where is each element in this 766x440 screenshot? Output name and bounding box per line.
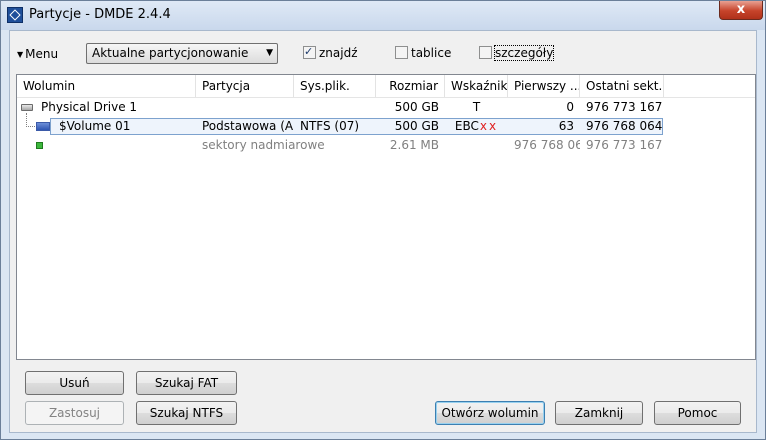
row-last-sector: 976 768 064 bbox=[586, 119, 663, 133]
menu-label: Menu bbox=[25, 47, 59, 61]
partitioning-select[interactable]: Aktualne partycjonowanie ▼ bbox=[86, 43, 278, 64]
partitions-window: Partycje - DMDE 2.4.4 x ▼ Menu Aktualne p… bbox=[0, 0, 766, 440]
row-partition: sektory nadmiarowe bbox=[202, 138, 325, 152]
row-flags: T bbox=[445, 99, 508, 116]
free-space-icon bbox=[36, 142, 43, 149]
dropdown-arrow-icon: ▼ bbox=[266, 48, 273, 58]
row-size: 500 GB bbox=[394, 100, 439, 114]
row-flags-text: EBC bbox=[454, 119, 479, 133]
partitioning-select-value: Aktualne partycjonowanie bbox=[92, 46, 249, 60]
row-first-sector: 976 768 065 bbox=[514, 138, 580, 152]
row-flags: EBCxx bbox=[445, 118, 508, 135]
apply-button[interactable]: Zastosuj bbox=[25, 401, 124, 425]
row-size: 2.61 MB bbox=[389, 138, 439, 152]
triangle-down-icon: ▼ bbox=[17, 49, 24, 59]
row-size: 500 GB bbox=[394, 119, 439, 133]
column-size[interactable]: Rozmiar bbox=[376, 75, 445, 97]
help-button[interactable]: Pomoc bbox=[654, 401, 741, 425]
row-last-sector: 976 773 167 bbox=[586, 138, 663, 152]
table-row[interactable]: $Volume 01 Podstawowa (A) NTFS (07) 500 … bbox=[17, 113, 755, 135]
title-bar: Partycje - DMDE 2.4.4 x bbox=[1, 1, 765, 30]
window-close-button[interactable]: x bbox=[719, 1, 763, 20]
close-button[interactable]: Zamknij bbox=[555, 401, 643, 425]
row-volume: $Volume 01 bbox=[59, 119, 131, 133]
hard-disk-icon bbox=[21, 104, 33, 111]
column-partition[interactable]: Partycja bbox=[196, 75, 294, 97]
dmde-app-icon bbox=[7, 7, 23, 23]
row-filesystem: NTFS (07) bbox=[300, 119, 360, 133]
details-checkbox[interactable]: szczegóły bbox=[479, 45, 555, 61]
checkbox-unchecked-icon[interactable] bbox=[395, 46, 408, 59]
column-filesystem[interactable]: Sys.plik. bbox=[294, 75, 376, 97]
search-ntfs-button[interactable]: Szukaj NTFS bbox=[136, 401, 237, 425]
find-checkbox[interactable]: znajdź bbox=[303, 44, 358, 61]
row-first-sector: 63 bbox=[558, 119, 574, 133]
row-first-sector: 0 bbox=[566, 100, 574, 114]
tables-checkbox-label: tablice bbox=[411, 46, 452, 60]
delete-button[interactable]: Usuń bbox=[25, 371, 124, 395]
row-volume: Physical Drive 1 bbox=[41, 100, 138, 114]
column-last-sector[interactable]: Ostatni sekt... bbox=[580, 75, 664, 97]
row-flags-error-text: xx bbox=[479, 119, 499, 133]
window-title: Partycje - DMDE 2.4.4 bbox=[29, 7, 171, 22]
row-last-sector: 976 773 167 bbox=[586, 100, 663, 114]
volume-icon bbox=[36, 122, 50, 131]
table-row[interactable]: Physical Drive 1 500 GB T 0 976 773 167 bbox=[17, 99, 755, 116]
column-volume[interactable]: Wolumin bbox=[17, 75, 196, 97]
search-fat-button[interactable]: Szukaj FAT bbox=[136, 371, 237, 395]
checkbox-unchecked-icon[interactable] bbox=[479, 46, 492, 59]
tables-checkbox[interactable]: tablice bbox=[395, 46, 451, 61]
row-partition: Podstawowa (A) bbox=[202, 119, 294, 133]
column-header: Wolumin Partycja Sys.plik. Rozmiar Wskaź… bbox=[17, 75, 755, 98]
column-first-sector[interactable]: Pierwszy ... bbox=[508, 75, 580, 97]
column-flags[interactable]: Wskaźniki bbox=[445, 75, 508, 97]
partition-list[interactable]: Wolumin Partycja Sys.plik. Rozmiar Wskaź… bbox=[16, 74, 756, 360]
checkbox-checked-icon[interactable] bbox=[303, 44, 316, 59]
details-checkbox-label: szczegóły bbox=[493, 45, 555, 61]
menu-button[interactable]: ▼ Menu bbox=[17, 45, 58, 63]
find-checkbox-label: znajdź bbox=[319, 46, 358, 60]
row-flags-text: T bbox=[472, 100, 481, 114]
open-volume-button[interactable]: Otwórz wolumin bbox=[435, 401, 545, 425]
table-row[interactable]: sektory nadmiarowe 2.61 MB 976 768 065 9… bbox=[17, 137, 755, 154]
